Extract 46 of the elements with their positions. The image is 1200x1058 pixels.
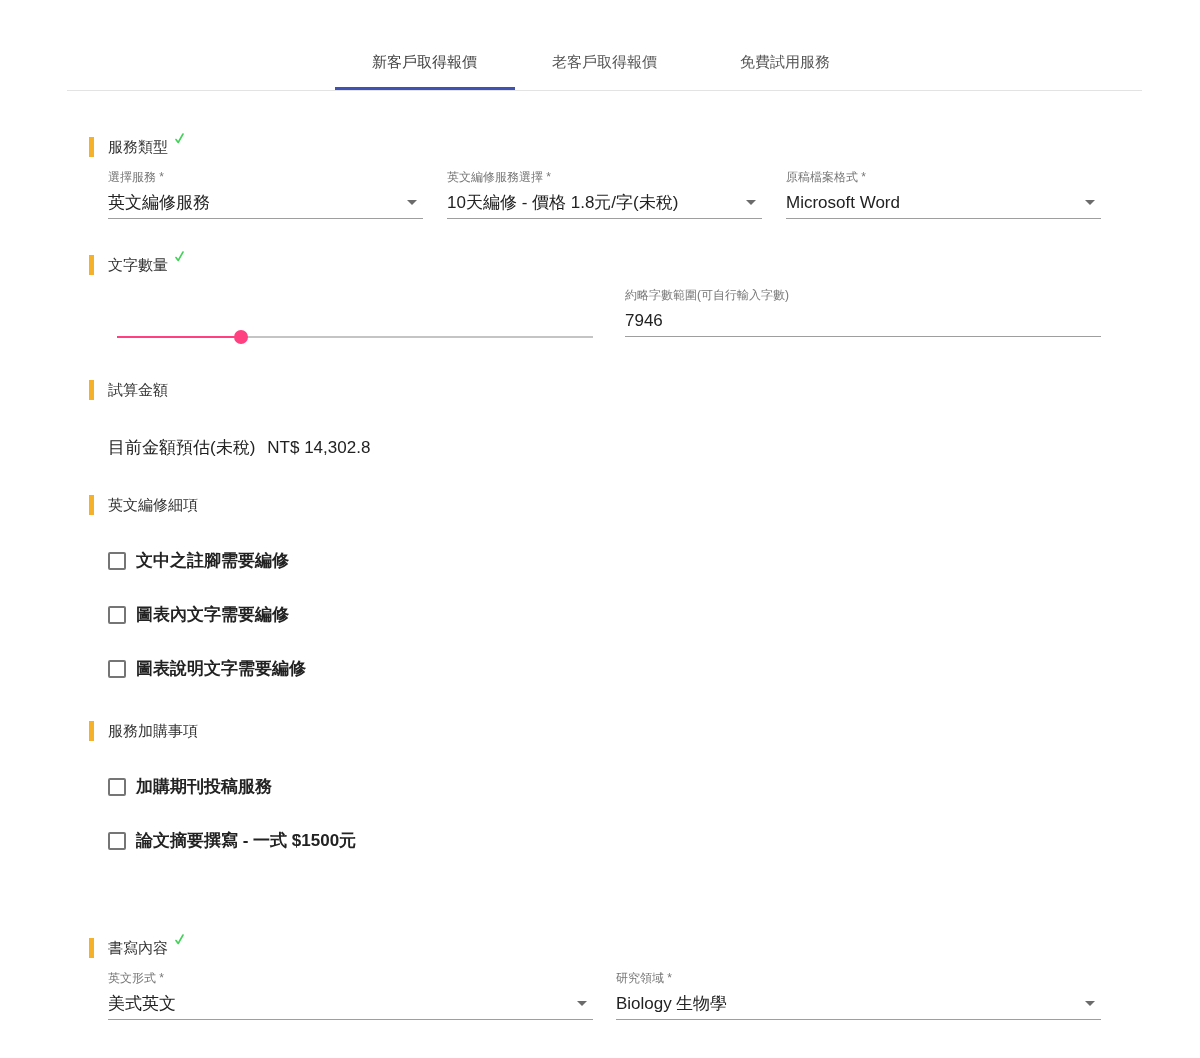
- caret-icon: [1085, 200, 1095, 205]
- field-label: 選擇服務 *: [108, 169, 165, 185]
- section-title: 書寫內容: [108, 938, 168, 958]
- field-label: 原稿檔案格式 *: [786, 169, 867, 185]
- accent-bar-icon: [89, 721, 94, 741]
- checkbox[interactable]: [108, 832, 126, 850]
- field-label: 英文形式 *: [108, 970, 165, 986]
- select-field[interactable]: Biology 生物學: [616, 988, 1101, 1020]
- field-label: 約略字數範圍(可自行輸入字數): [625, 287, 790, 303]
- caret-icon: [1085, 1001, 1095, 1006]
- select-field[interactable]: 美式英文: [108, 988, 593, 1020]
- checkbox[interactable]: [108, 660, 126, 678]
- field-label: 英文編修服務選擇 *: [447, 169, 552, 185]
- field-label: 研究領域 *: [616, 970, 673, 986]
- checkbox-label[interactable]: 圖表內文字需要編修: [136, 602, 289, 628]
- checkbox[interactable]: [108, 606, 126, 624]
- word-count-input[interactable]: 7946: [625, 305, 1101, 337]
- slider-track[interactable]: [117, 330, 593, 344]
- accent-bar-icon: [89, 255, 94, 275]
- select-field[interactable]: 10天編修 - 價格 1.8元/字(未稅): [447, 187, 762, 219]
- checkbox-label[interactable]: 文中之註腳需要編修: [136, 548, 289, 574]
- estimate-amount: NT$ 14,302.8: [267, 437, 371, 459]
- accent-bar-icon: [89, 137, 94, 157]
- section-title: 服務加購事項: [108, 721, 198, 741]
- checkbox-label[interactable]: 論文摘要撰寫 - 一式 $1500元: [136, 828, 357, 854]
- checkbox-label[interactable]: 加購期刊投稿服務: [136, 774, 272, 800]
- checkbox[interactable]: [108, 552, 126, 570]
- section-title: 試算金額: [108, 380, 168, 400]
- section-title: 英文編修細項: [108, 495, 198, 515]
- section-title: 服務類型: [108, 137, 168, 157]
- caret-icon: [577, 1001, 587, 1006]
- accent-bar-icon: [89, 380, 94, 400]
- tab[interactable]: 新客戶取得報價: [334, 34, 515, 90]
- accent-bar-icon: [89, 938, 94, 958]
- tab[interactable]: 老客戶取得報價: [514, 34, 695, 90]
- checkbox-label[interactable]: 圖表說明文字需要編修: [136, 656, 306, 682]
- tab[interactable]: 免費試用服務: [694, 34, 875, 90]
- caret-icon: [746, 200, 756, 205]
- slider-thumb[interactable]: [233, 330, 248, 344]
- select-field[interactable]: Microsoft Word: [786, 187, 1101, 219]
- estimate-label: 目前金額預估(未稅): [108, 437, 256, 459]
- accent-bar-icon: [89, 495, 94, 515]
- select-field[interactable]: 英文編修服務: [108, 187, 423, 219]
- checkbox[interactable]: [108, 778, 126, 796]
- caret-icon: [407, 200, 417, 205]
- section-title: 文字數量: [108, 255, 168, 275]
